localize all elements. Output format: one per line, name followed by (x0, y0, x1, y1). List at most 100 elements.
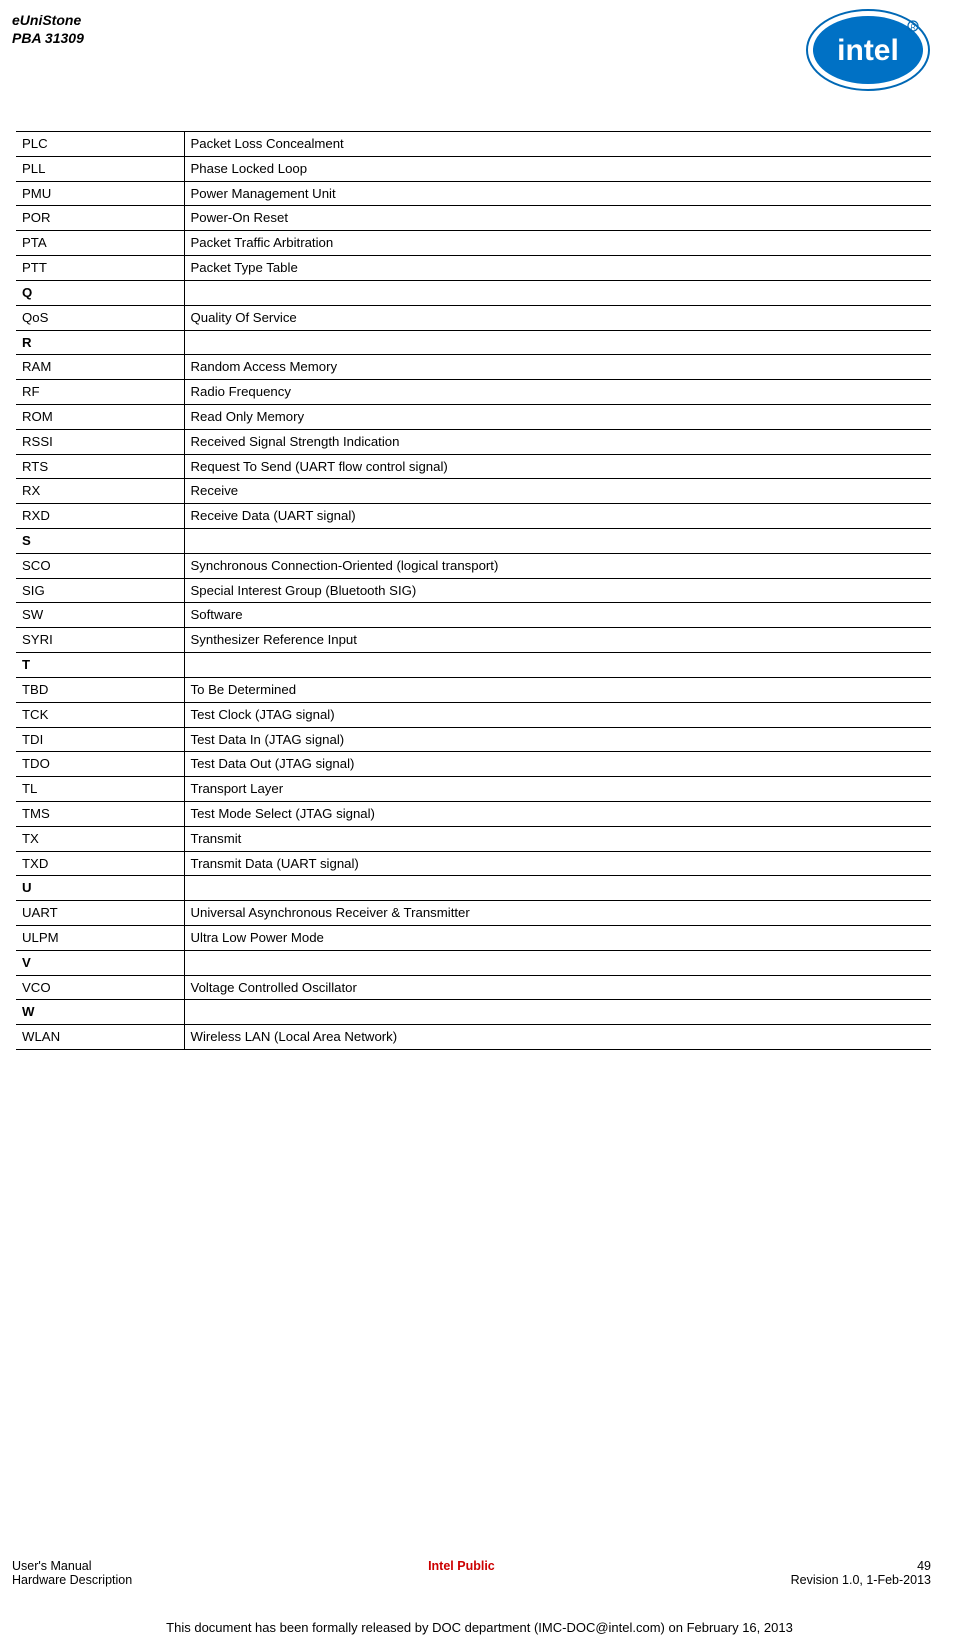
table-row: UARTUniversal Asynchronous Receiver & Tr… (16, 901, 931, 926)
term-cell: POR (16, 206, 184, 231)
table-row: PORPower-On Reset (16, 206, 931, 231)
term-cell: PLC (16, 132, 184, 157)
definition-cell (184, 529, 931, 554)
table-row: TLTransport Layer (16, 777, 931, 802)
definition-cell: Phase Locked Loop (184, 156, 931, 181)
table-row: RTSRequest To Send (UART flow control si… (16, 454, 931, 479)
table-row: RXReceive (16, 479, 931, 504)
table-row: TXTransmit (16, 826, 931, 851)
footer-right: 49 Revision 1.0, 1-Feb-2013 (791, 1559, 931, 1587)
term-cell: PLL (16, 156, 184, 181)
glossary-table-wrap: PLCPacket Loss ConcealmentPLLPhase Locke… (16, 131, 931, 1050)
term-cell: TL (16, 777, 184, 802)
table-row: W (16, 1000, 931, 1025)
term-cell: VCO (16, 975, 184, 1000)
definition-cell: Ultra Low Power Mode (184, 926, 931, 951)
term-cell: ULPM (16, 926, 184, 951)
definition-cell: Wireless LAN (Local Area Network) (184, 1025, 931, 1050)
table-row: WLANWireless LAN (Local Area Network) (16, 1025, 931, 1050)
definition-cell: Voltage Controlled Oscillator (184, 975, 931, 1000)
term-cell: V (16, 950, 184, 975)
term-cell: TMS (16, 801, 184, 826)
definition-cell: Test Data In (JTAG signal) (184, 727, 931, 752)
term-cell: RSSI (16, 429, 184, 454)
term-cell: PTA (16, 231, 184, 256)
definition-cell: Quality Of Service (184, 305, 931, 330)
definition-cell: Software (184, 603, 931, 628)
table-row: RFRadio Frequency (16, 380, 931, 405)
glossary-table: PLCPacket Loss ConcealmentPLLPhase Locke… (16, 131, 931, 1050)
definition-cell: Test Clock (JTAG signal) (184, 702, 931, 727)
table-row: PMUPower Management Unit (16, 181, 931, 206)
term-cell: TCK (16, 702, 184, 727)
table-row: R (16, 330, 931, 355)
revision-info: Revision 1.0, 1-Feb-2013 (791, 1573, 931, 1587)
term-cell: TBD (16, 677, 184, 702)
footer-section: Hardware Description (12, 1573, 132, 1587)
term-cell: S (16, 529, 184, 554)
table-row: S (16, 529, 931, 554)
term-cell: SYRI (16, 628, 184, 653)
page-footer: User's Manual Hardware Description Intel… (12, 1559, 931, 1587)
definition-cell: Received Signal Strength Indication (184, 429, 931, 454)
term-cell: TDO (16, 752, 184, 777)
release-note: This document has been formally released… (0, 1620, 959, 1635)
definition-cell: Synchronous Connection-Oriented (logical… (184, 553, 931, 578)
table-row: ROMRead Only Memory (16, 404, 931, 429)
definition-cell: Read Only Memory (184, 404, 931, 429)
term-cell: RTS (16, 454, 184, 479)
table-row: TCKTest Clock (JTAG signal) (16, 702, 931, 727)
definition-cell: To Be Determined (184, 677, 931, 702)
definition-cell: Request To Send (UART flow control signa… (184, 454, 931, 479)
term-cell: TX (16, 826, 184, 851)
table-row: TDITest Data In (JTAG signal) (16, 727, 931, 752)
definition-cell: Packet Traffic Arbitration (184, 231, 931, 256)
table-row: PLCPacket Loss Concealment (16, 132, 931, 157)
table-row: PTTPacket Type Table (16, 256, 931, 281)
definition-cell: Transport Layer (184, 777, 931, 802)
page-number: 49 (917, 1559, 931, 1573)
definition-cell: Transmit (184, 826, 931, 851)
table-row: SIGSpecial Interest Group (Bluetooth SIG… (16, 578, 931, 603)
term-cell: R (16, 330, 184, 355)
definition-cell: Packet Loss Concealment (184, 132, 931, 157)
term-cell: TXD (16, 851, 184, 876)
table-row: PTAPacket Traffic Arbitration (16, 231, 931, 256)
table-row: TBDTo Be Determined (16, 677, 931, 702)
table-row: TMSTest Mode Select (JTAG signal) (16, 801, 931, 826)
definition-cell (184, 1000, 931, 1025)
table-row: RAMRandom Access Memory (16, 355, 931, 380)
table-row: SCOSynchronous Connection-Oriented (logi… (16, 553, 931, 578)
svg-text:intel: intel (837, 34, 899, 67)
definition-cell (184, 653, 931, 678)
definition-cell: Universal Asynchronous Receiver & Transm… (184, 901, 931, 926)
definition-cell: Radio Frequency (184, 380, 931, 405)
term-cell: TDI (16, 727, 184, 752)
table-row: Q (16, 280, 931, 305)
term-cell: SW (16, 603, 184, 628)
table-row: RXDReceive Data (UART signal) (16, 504, 931, 529)
document-title: eUniStone PBA 31309 (12, 12, 84, 47)
definition-cell: Test Mode Select (JTAG signal) (184, 801, 931, 826)
term-cell: RX (16, 479, 184, 504)
table-row: VCOVoltage Controlled Oscillator (16, 975, 931, 1000)
definition-cell (184, 876, 931, 901)
term-cell: UART (16, 901, 184, 926)
definition-cell (184, 950, 931, 975)
table-row: RSSIReceived Signal Strength Indication (16, 429, 931, 454)
term-cell: ROM (16, 404, 184, 429)
term-cell: PMU (16, 181, 184, 206)
definition-cell: Test Data Out (JTAG signal) (184, 752, 931, 777)
definition-cell: Random Access Memory (184, 355, 931, 380)
table-row: TDOTest Data Out (JTAG signal) (16, 752, 931, 777)
table-row: SWSoftware (16, 603, 931, 628)
definition-cell: Packet Type Table (184, 256, 931, 281)
intel-logo-icon: intel R (805, 8, 931, 97)
footer-manual: User's Manual (12, 1559, 92, 1573)
term-cell: RF (16, 380, 184, 405)
term-cell: QoS (16, 305, 184, 330)
title-line-2: PBA 31309 (12, 30, 84, 46)
definition-cell: Power Management Unit (184, 181, 931, 206)
term-cell: SIG (16, 578, 184, 603)
table-row: TXDTransmit Data (UART signal) (16, 851, 931, 876)
